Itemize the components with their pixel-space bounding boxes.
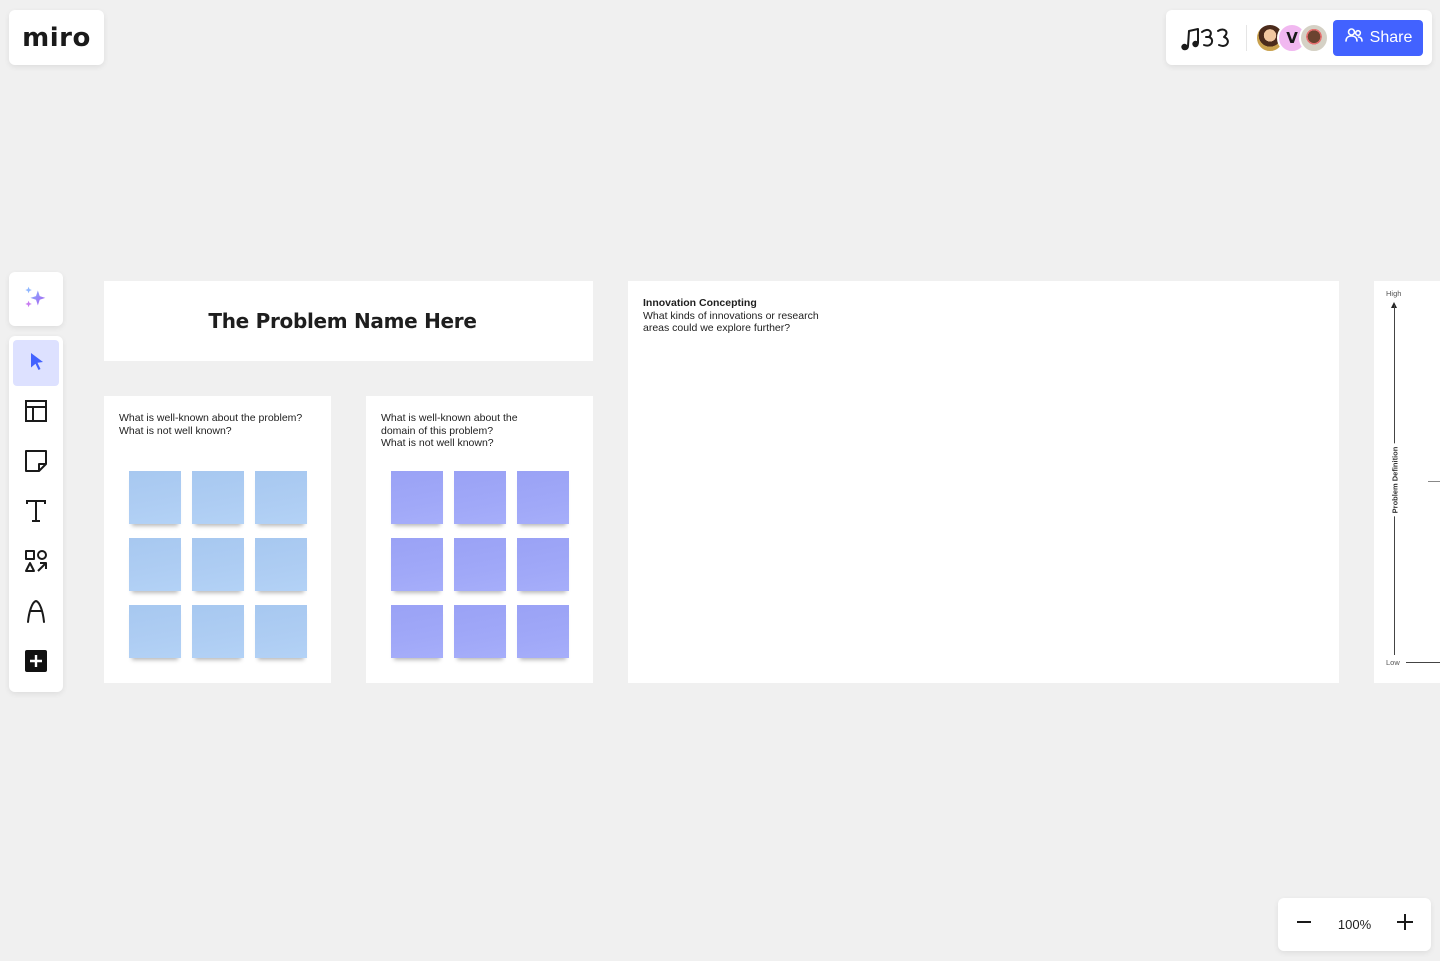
problem-knowledge-frame[interactable]: What is well-known about the problem? Wh… xyxy=(104,396,331,683)
top-right-toolbar: V Share xyxy=(1166,10,1432,65)
innovation-line: What kinds of innovations or research xyxy=(643,309,819,322)
sticky-note[interactable] xyxy=(129,605,181,658)
plus-icon xyxy=(1396,913,1414,936)
sticky-note[interactable] xyxy=(454,471,506,524)
midline-tick xyxy=(1428,481,1440,482)
creation-toolbar xyxy=(9,336,63,692)
zoom-level[interactable]: 100% xyxy=(1338,917,1371,932)
sticky-note[interactable] xyxy=(517,605,569,658)
cursor-icon xyxy=(23,348,49,379)
layout-icon xyxy=(23,398,49,429)
sticky-note[interactable] xyxy=(391,471,443,524)
sticky-note[interactable] xyxy=(192,605,244,658)
question-line: What is well-known about the problem? xyxy=(119,412,303,424)
tool-more[interactable] xyxy=(13,640,59,686)
sticky-note[interactable] xyxy=(129,538,181,591)
question-line: domain of this problem? xyxy=(381,424,494,437)
toolbar-divider xyxy=(1246,24,1247,51)
problem-title[interactable]: The Problem Name Here xyxy=(208,309,477,333)
tool-sticky-note[interactable] xyxy=(13,440,59,486)
ai-assistant-button[interactable] xyxy=(9,272,63,326)
collaborator-avatars: V xyxy=(1255,22,1329,53)
zoom-out-button[interactable] xyxy=(1292,913,1316,937)
frame-question[interactable]: What is well-known about the domain of t… xyxy=(381,412,518,450)
y-axis-high-label: High xyxy=(1386,289,1402,298)
tool-templates[interactable] xyxy=(13,390,59,436)
x-axis-line xyxy=(1406,662,1440,664)
logo-panel[interactable]: miro xyxy=(9,10,104,65)
sticky-note[interactable] xyxy=(517,538,569,591)
share-button[interactable]: Share xyxy=(1333,19,1423,56)
frame-question[interactable]: What is well-known about the problem? Wh… xyxy=(119,412,302,437)
plus-square-icon xyxy=(23,648,49,679)
y-axis-label: Problem Definition xyxy=(1390,443,1400,517)
share-label: Share xyxy=(1369,28,1413,46)
pen-icon xyxy=(23,598,49,629)
sticky-note[interactable] xyxy=(454,538,506,591)
sticky-note-icon xyxy=(23,448,49,479)
sticky-note[interactable] xyxy=(255,538,307,591)
sticky-note[interactable] xyxy=(255,471,307,524)
text-icon xyxy=(23,498,49,529)
question-line: What is well-known about the xyxy=(381,412,518,424)
sticky-note[interactable] xyxy=(391,538,443,591)
problem-title-frame[interactable]: The Problem Name Here xyxy=(104,281,593,361)
zoom-control: 100% xyxy=(1278,898,1431,951)
users-icon xyxy=(1344,25,1364,50)
sticky-grid xyxy=(391,471,569,658)
innovation-line: areas could we explore further? xyxy=(643,322,791,334)
question-line: What is not well known? xyxy=(381,437,494,449)
minus-icon xyxy=(1295,913,1313,936)
sticky-note[interactable] xyxy=(517,471,569,524)
music-notes-doodle-icon[interactable] xyxy=(1180,23,1236,53)
tool-text[interactable] xyxy=(13,490,59,536)
innovation-concepting-frame[interactable]: Innovation Concepting What kinds of inno… xyxy=(628,281,1339,683)
innovation-text[interactable]: Innovation Concepting What kinds of inno… xyxy=(643,297,819,335)
sticky-note[interactable] xyxy=(192,538,244,591)
zoom-in-button[interactable] xyxy=(1393,913,1417,937)
tool-shapes[interactable] xyxy=(13,540,59,586)
sparkles-icon xyxy=(23,284,49,315)
shapes-icon xyxy=(23,548,49,579)
tool-pen[interactable] xyxy=(13,590,59,636)
avatar[interactable] xyxy=(1299,22,1329,53)
question-line: What is not well known? xyxy=(119,424,232,437)
sticky-note[interactable] xyxy=(391,605,443,658)
sticky-grid xyxy=(129,471,307,658)
sticky-note[interactable] xyxy=(192,471,244,524)
innovation-title: Innovation Concepting xyxy=(643,297,757,309)
domain-knowledge-frame[interactable]: What is well-known about the domain of t… xyxy=(366,396,593,683)
y-axis-low-label: Low xyxy=(1386,658,1400,667)
tool-select[interactable] xyxy=(13,340,59,386)
miro-logo: miro xyxy=(22,22,91,53)
sticky-note[interactable] xyxy=(255,605,307,658)
sticky-note[interactable] xyxy=(454,605,506,658)
sticky-note[interactable] xyxy=(129,471,181,524)
problem-definition-matrix-frame[interactable]: High Problem Definition Low xyxy=(1374,281,1440,683)
